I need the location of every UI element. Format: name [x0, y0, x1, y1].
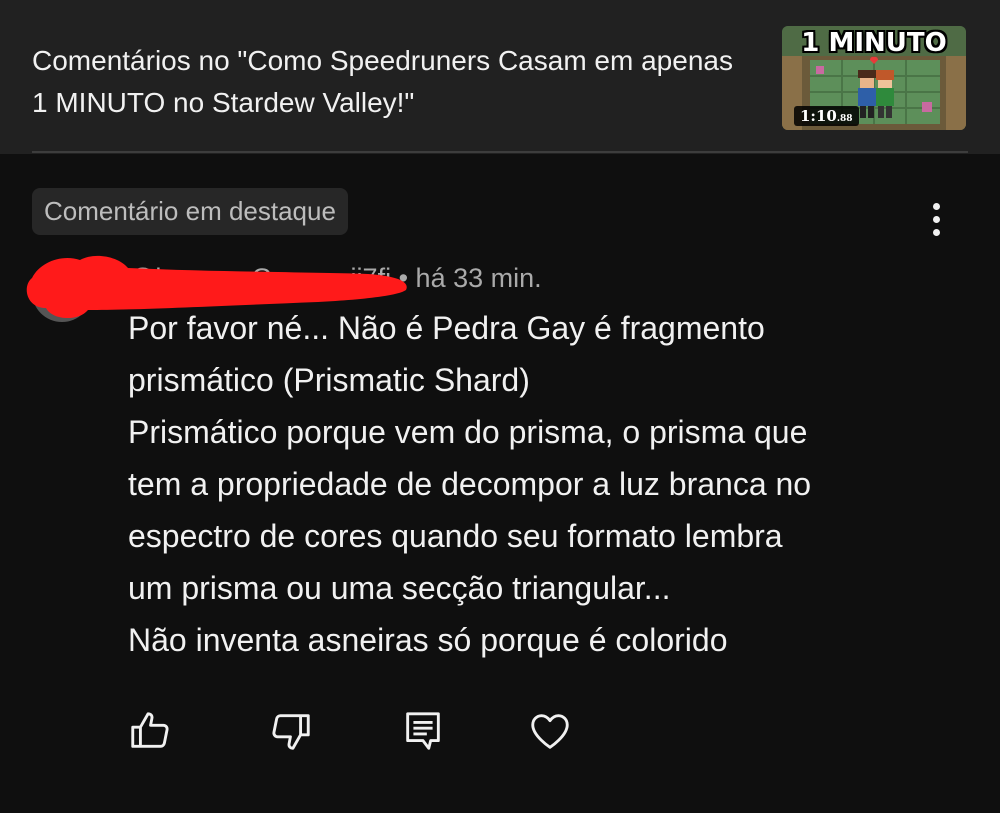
dislike-button[interactable]: [268, 708, 314, 754]
comment-line: tem a propriedade de decompor a luz bran…: [128, 466, 812, 502]
comment-line: Prismático porque vem do prisma, o prism…: [128, 414, 808, 450]
video-thumbnail[interactable]: 1 MINUTO 1:10.88: [782, 26, 966, 130]
thumbs-up-icon: [131, 712, 169, 748]
reply-button[interactable]: [400, 708, 446, 754]
comments-header: Comentários no "Como Speedruners Casam e…: [0, 0, 1000, 154]
author-name[interactable]: @lp_____Grr____ji7fi: [128, 263, 391, 293]
reply-icon: [406, 712, 440, 750]
comment-line: prismático (Prismatic Shard): [128, 362, 530, 398]
video-duration: 1:10.88: [794, 106, 859, 126]
duration-fraction: .88: [836, 114, 853, 124]
thumbs-down-icon: [272, 714, 310, 750]
comment-line: espectro de cores quando seu formato lem…: [128, 518, 783, 554]
comment-text: Por favor né... Não é Pedra Gay é fragme…: [128, 302, 968, 666]
comment-line: Por favor né... Não é Pedra Gay é fragme…: [128, 310, 765, 346]
more-options-icon[interactable]: [920, 196, 954, 244]
creator-heart-button[interactable]: [527, 708, 573, 754]
comment-meta: @lp_____Grr____ji7fi • há 33 min.: [128, 258, 542, 298]
comment-line: um prisma ou uma secção triangular...: [128, 570, 671, 606]
avatar[interactable]: [32, 262, 92, 322]
header-divider: [32, 151, 968, 153]
video-title[interactable]: Comentários no "Como Speedruners Casam e…: [32, 40, 752, 124]
highlighted-comment-badge: Comentário em destaque: [32, 188, 348, 235]
heart-icon: [531, 714, 569, 749]
like-button[interactable]: [127, 708, 173, 754]
comment-time: • há 33 min.: [398, 263, 542, 293]
thumbnail-caption: 1 MINUTO: [801, 28, 947, 58]
comment-line: Não inventa asneiras só porque é colorid…: [128, 622, 728, 658]
duration-main: 1:10: [800, 107, 837, 125]
